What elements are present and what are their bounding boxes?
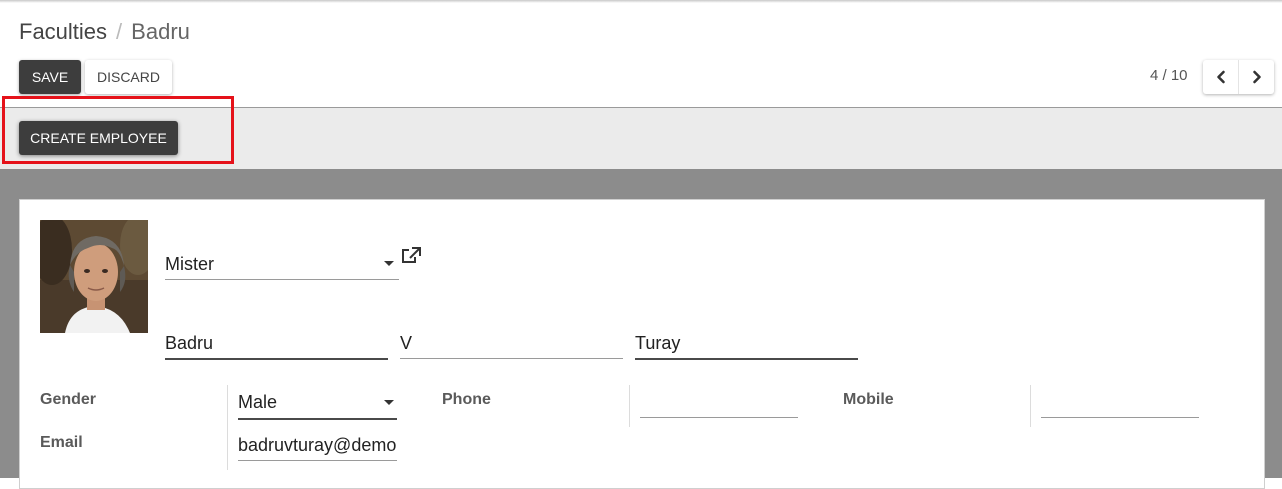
phone-input-underline <box>640 402 798 418</box>
top-shadow <box>0 0 1282 3</box>
discard-button[interactable]: DISCARD <box>85 60 172 94</box>
title-select-underline <box>165 264 399 280</box>
pager-previous-button[interactable] <box>1203 60 1238 94</box>
gender-select-underline <box>238 402 397 420</box>
column-separator <box>227 385 228 470</box>
mobile-label: Mobile <box>843 391 894 408</box>
email-label: Email <box>40 434 83 451</box>
last-name-underline <box>635 343 858 360</box>
pager <box>1203 60 1274 94</box>
highlight-box <box>2 96 234 164</box>
save-button[interactable]: SAVE <box>19 60 81 94</box>
middle-name-underline <box>400 343 623 359</box>
first-name-underline <box>165 343 388 360</box>
column-separator <box>1030 385 1031 427</box>
breadcrumb-separator: / <box>116 19 123 44</box>
avatar-photo <box>40 220 148 333</box>
avatar[interactable] <box>40 220 148 333</box>
pager-value: 4 / 10 <box>1150 67 1188 84</box>
chevron-left-icon <box>1216 70 1225 84</box>
breadcrumb-faculties-link[interactable]: Faculties <box>19 19 107 44</box>
breadcrumb: Faculties / Badru <box>19 19 190 45</box>
column-separator <box>629 385 630 427</box>
chevron-right-icon <box>1252 70 1261 84</box>
phone-label: Phone <box>442 391 491 408</box>
external-link-icon[interactable] <box>401 246 422 265</box>
pager-next-button[interactable] <box>1238 60 1274 94</box>
gender-label: Gender <box>40 391 97 408</box>
email-input-underline <box>238 445 397 461</box>
breadcrumb-current: Badru <box>131 19 190 44</box>
mobile-input-underline <box>1041 402 1199 418</box>
